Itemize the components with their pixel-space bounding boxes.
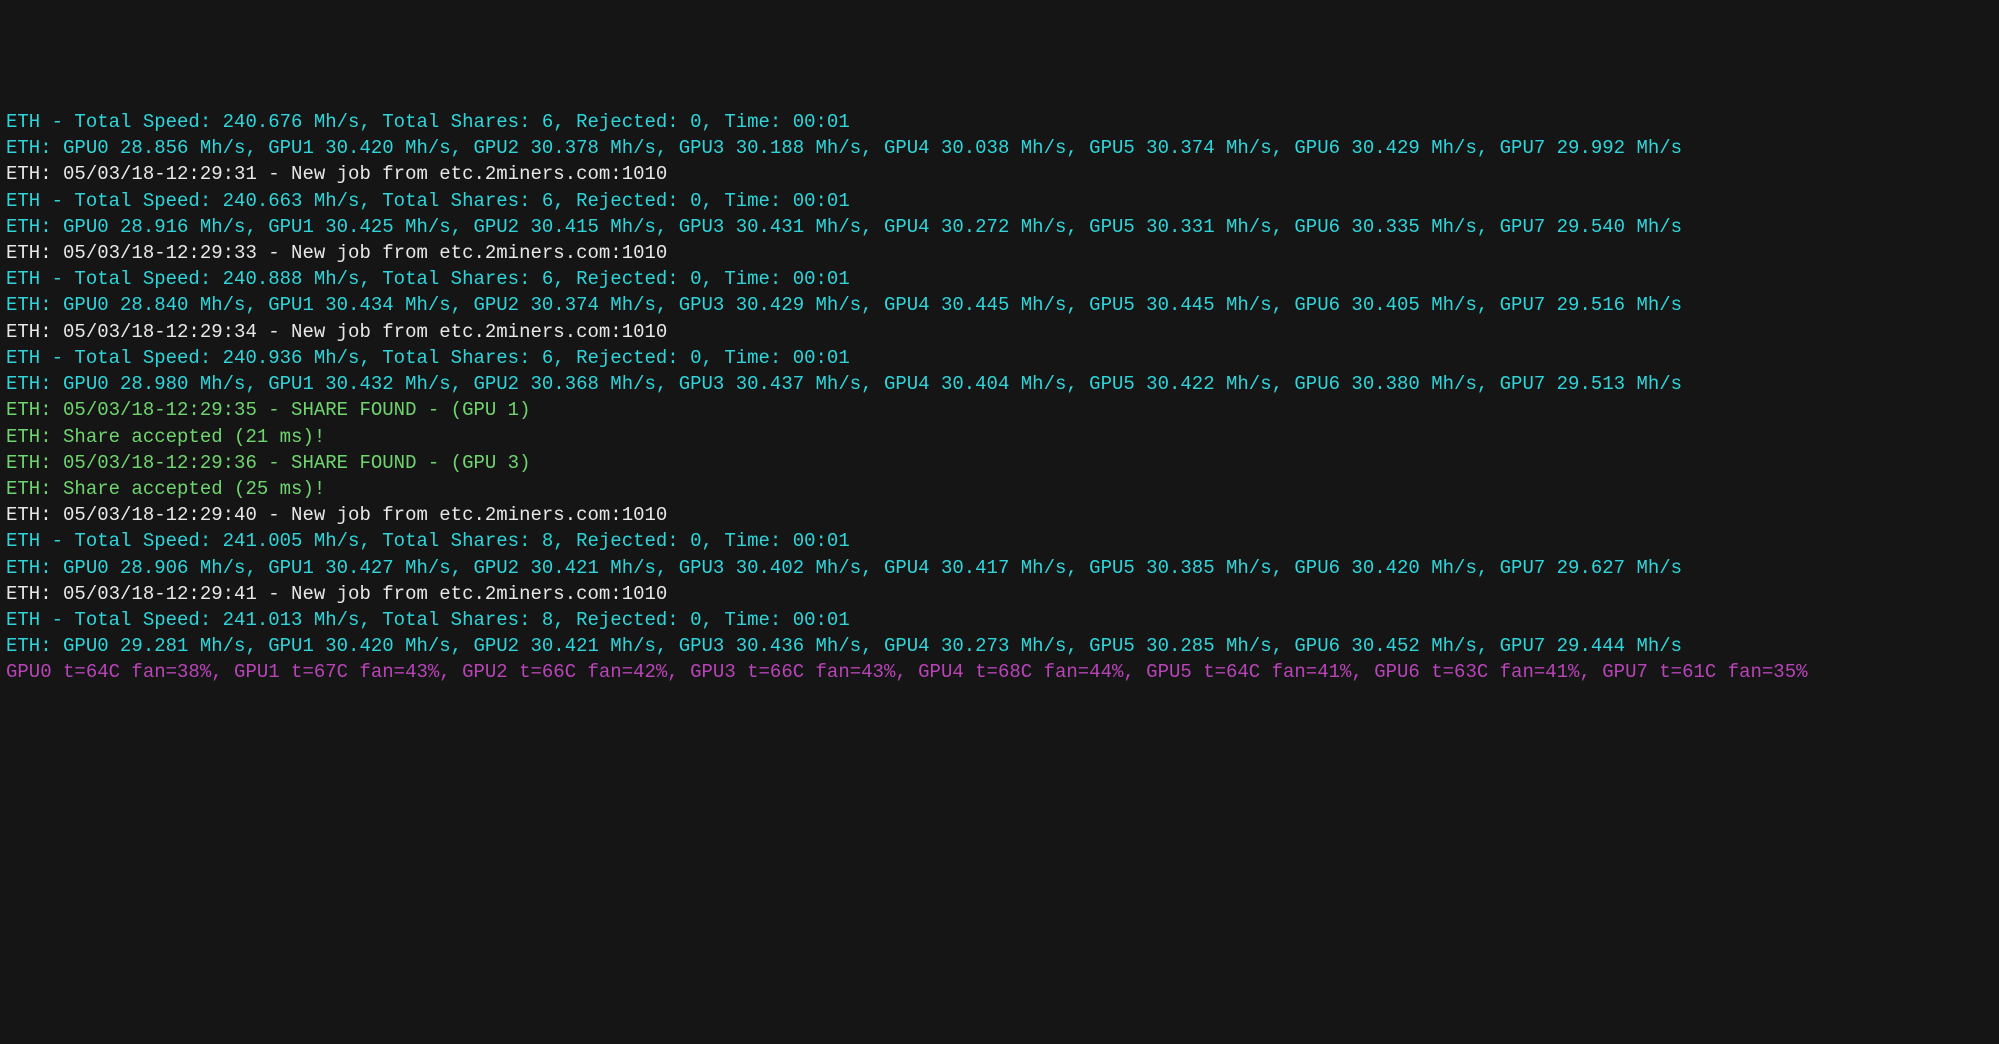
terminal-line: ETH: Share accepted (25 ms)!	[6, 478, 325, 500]
terminal-line: ETH - Total Speed: 240.888 Mh/s, Total S…	[6, 268, 850, 290]
terminal-line: ETH: 05/03/18-12:29:34 - New job from et…	[6, 321, 667, 343]
terminal-line: ETH: GPU0 29.281 Mh/s, GPU1 30.420 Mh/s,…	[6, 635, 1682, 657]
terminal-line: ETH: GPU0 28.856 Mh/s, GPU1 30.420 Mh/s,…	[6, 137, 1682, 159]
terminal-line: ETH - Total Speed: 240.676 Mh/s, Total S…	[6, 111, 850, 133]
terminal-line: ETH: 05/03/18-12:29:33 - New job from et…	[6, 242, 667, 264]
terminal-line: ETH - Total Speed: 241.005 Mh/s, Total S…	[6, 530, 850, 552]
terminal-line: ETH - Total Speed: 241.013 Mh/s, Total S…	[6, 609, 850, 631]
terminal-line: ETH: 05/03/18-12:29:41 - New job from et…	[6, 583, 667, 605]
terminal-line: ETH: Share accepted (21 ms)!	[6, 426, 325, 448]
terminal-line: ETH - Total Speed: 240.663 Mh/s, Total S…	[6, 190, 850, 212]
terminal-line: ETH: GPU0 28.906 Mh/s, GPU1 30.427 Mh/s,…	[6, 557, 1682, 579]
terminal-line: ETH: GPU0 28.980 Mh/s, GPU1 30.432 Mh/s,…	[6, 373, 1682, 395]
terminal-line: GPU0 t=64C fan=38%, GPU1 t=67C fan=43%, …	[6, 661, 1808, 683]
terminal-line: ETH: 05/03/18-12:29:36 - SHARE FOUND - (…	[6, 452, 531, 474]
terminal-line: ETH: GPU0 28.916 Mh/s, GPU1 30.425 Mh/s,…	[6, 216, 1682, 238]
terminal-output: { "lines": [ { "text": "ETH - Total Spee…	[0, 0, 1999, 1044]
terminal-line: ETH: GPU0 28.840 Mh/s, GPU1 30.434 Mh/s,…	[6, 294, 1682, 316]
terminal-line: ETH - Total Speed: 240.936 Mh/s, Total S…	[6, 347, 850, 369]
terminal-line: ETH: 05/03/18-12:29:40 - New job from et…	[6, 504, 667, 526]
terminal-line: ETH: 05/03/18-12:29:31 - New job from et…	[6, 163, 667, 185]
terminal-line: ETH: 05/03/18-12:29:35 - SHARE FOUND - (…	[6, 399, 531, 421]
